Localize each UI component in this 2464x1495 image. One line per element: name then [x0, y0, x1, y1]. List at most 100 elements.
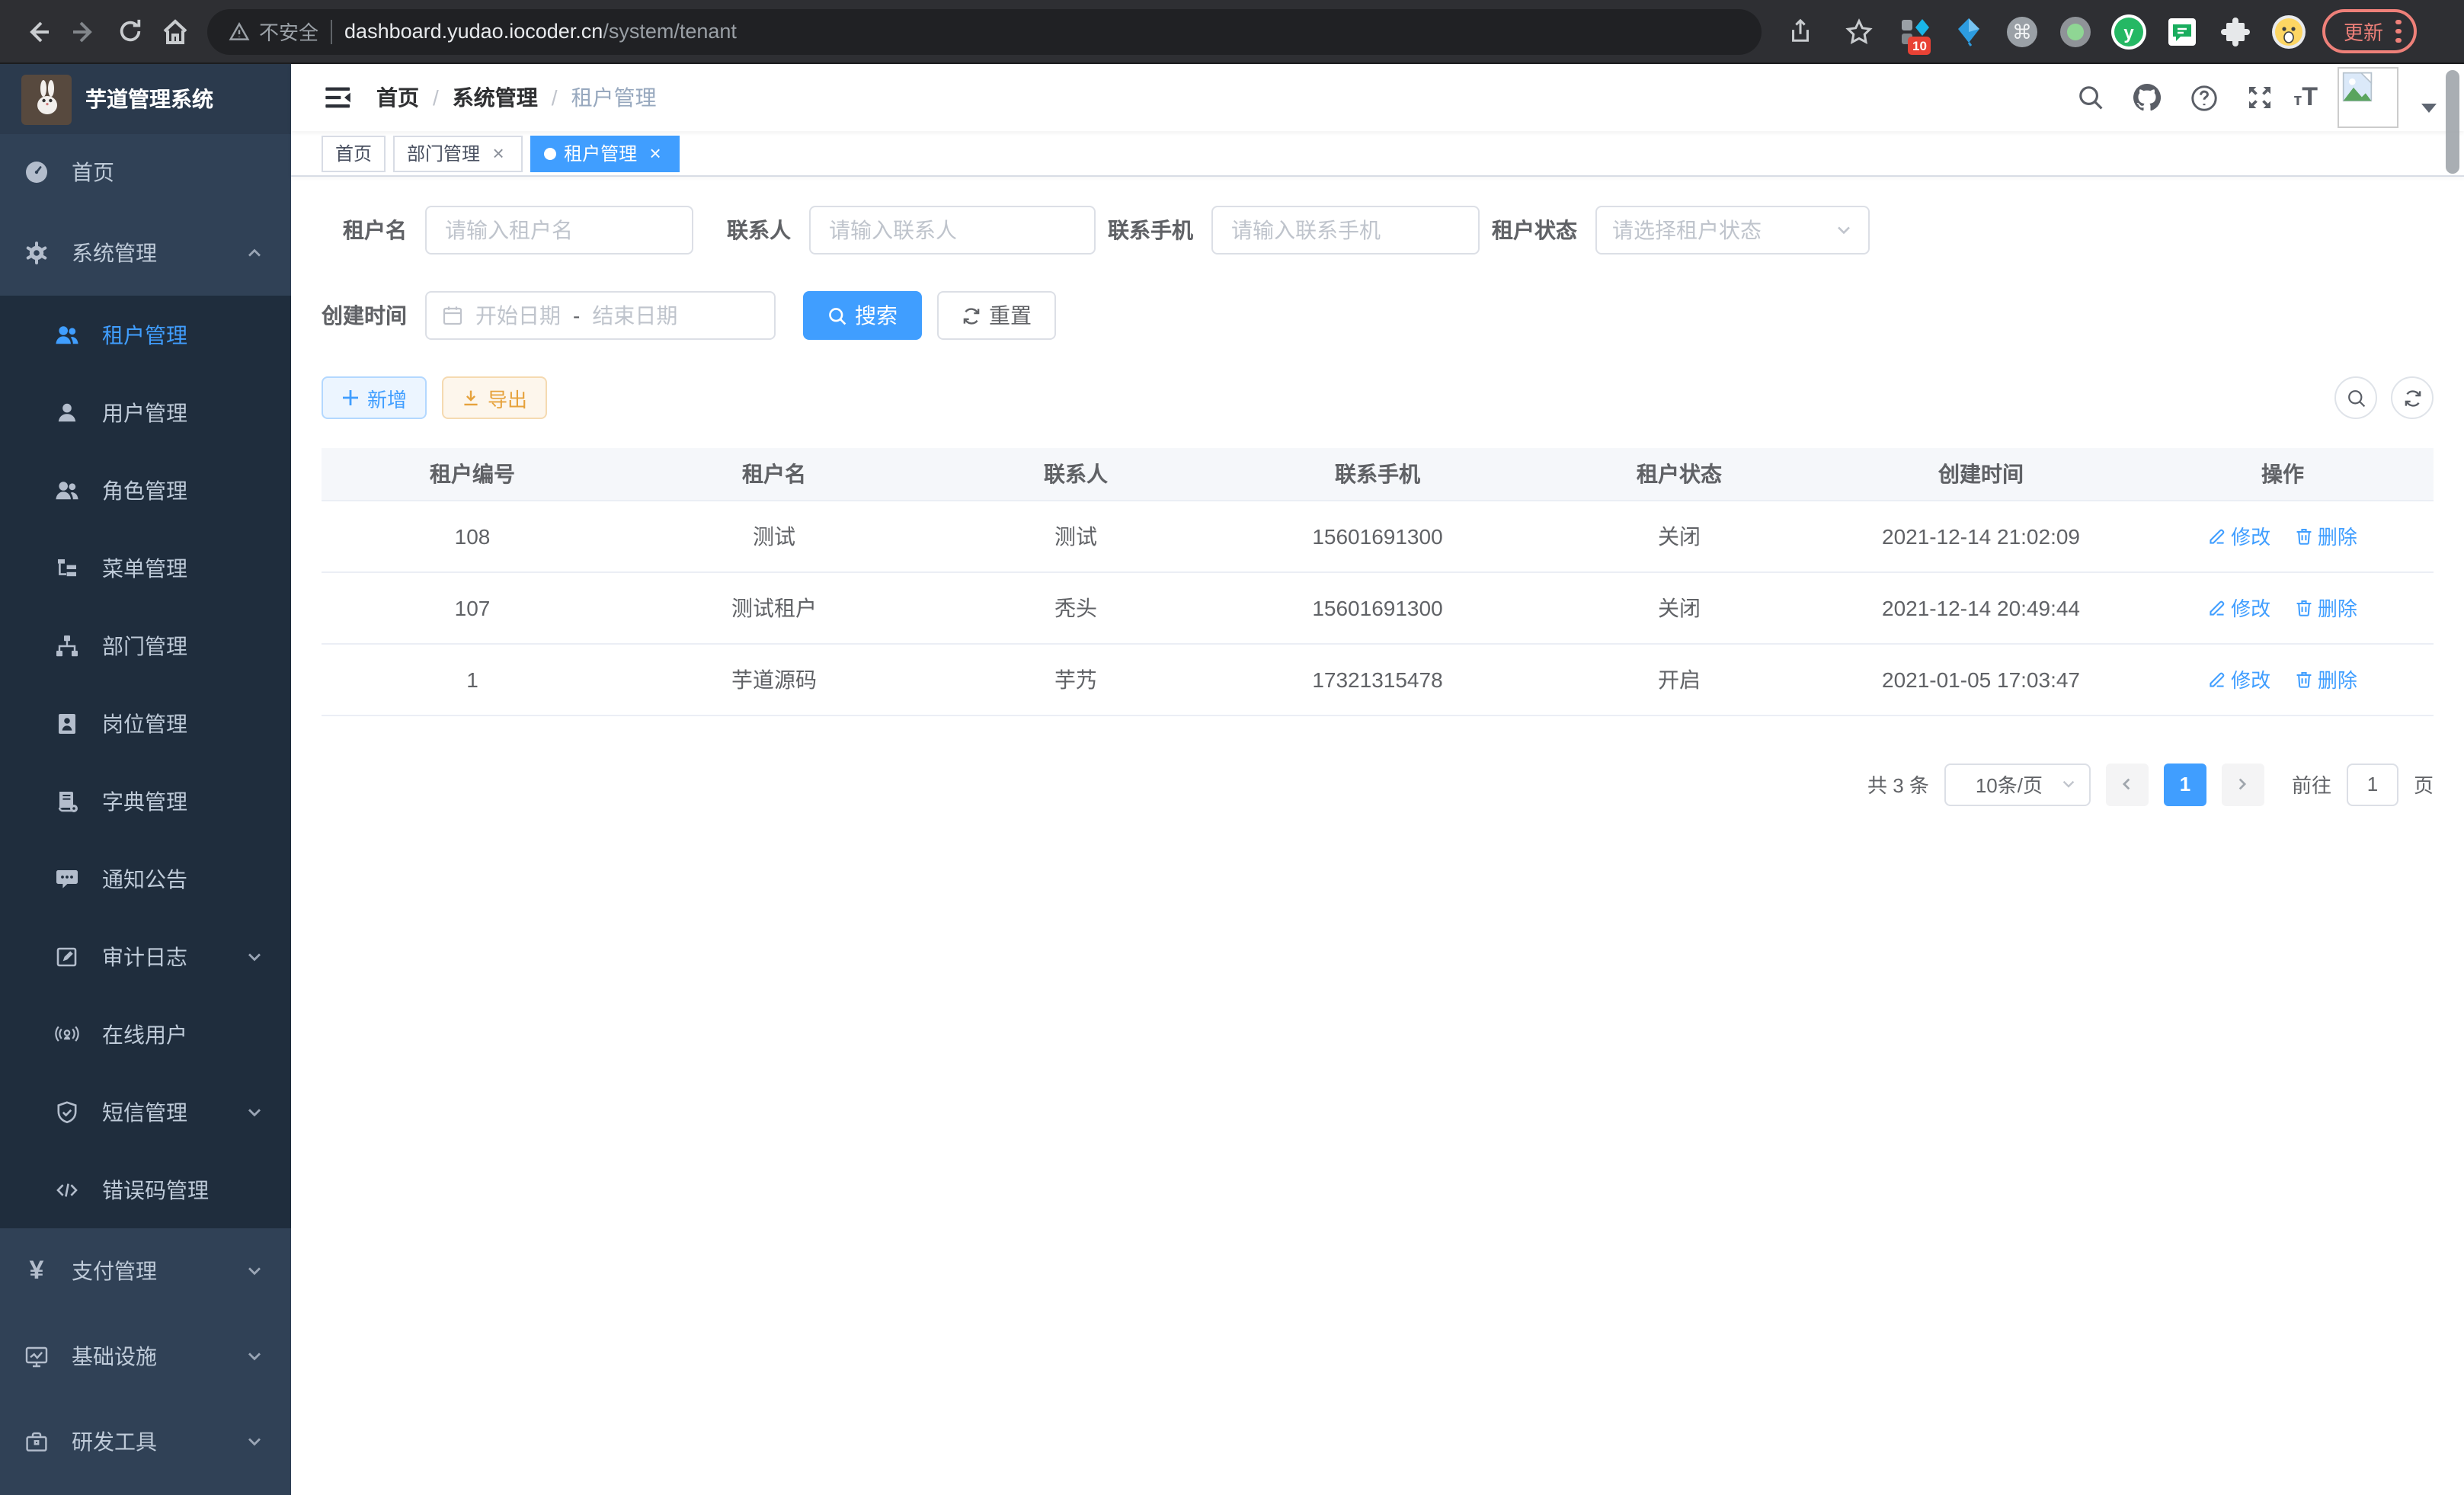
table-row: 107 测试租户 秃头 15601691300 关闭 2021-12-14 20…	[322, 571, 2434, 643]
goto-page-input[interactable]	[2347, 763, 2398, 805]
col-tenant-name: 租户名	[623, 448, 925, 500]
scrollbar-thumb[interactable]	[2446, 70, 2459, 174]
browser-back-icon[interactable]	[15, 8, 61, 54]
add-button[interactable]: 新增	[322, 376, 427, 419]
profile-avatar-icon[interactable]	[2269, 11, 2309, 51]
export-button[interactable]: 导出	[442, 376, 547, 419]
sidebar-item-home[interactable]: 首页	[0, 134, 291, 210]
chevron-down-icon	[245, 1262, 264, 1280]
online-signal-icon	[55, 1022, 79, 1046]
browser-home-icon[interactable]	[152, 8, 198, 54]
sidebar-item-notice[interactable]: 通知公告	[0, 840, 291, 917]
tenant-table: 租户编号 租户名 联系人 联系手机 租户状态 创建时间 操作 108 测试	[322, 448, 2434, 715]
bookmark-star-icon[interactable]	[1836, 8, 1882, 54]
trash-icon	[2295, 598, 2313, 616]
toggle-search-icon[interactable]	[2334, 376, 2377, 419]
edit-pencil-icon	[2208, 598, 2226, 616]
sidebar-item-post[interactable]: 岗位管理	[0, 684, 291, 762]
sidebar-item-infra[interactable]: 基础设施	[0, 1314, 291, 1399]
breadcrumb-home[interactable]: 首页	[376, 82, 419, 113]
user-avatar[interactable]	[2338, 67, 2398, 128]
start-date-placeholder: 开始日期	[475, 300, 561, 331]
svg-text:⌘: ⌘	[2012, 20, 2032, 43]
avatar-caret-icon[interactable]	[2421, 104, 2437, 113]
font-size-icon[interactable]: тT	[2293, 82, 2318, 113]
tenant-name-input[interactable]	[425, 206, 693, 255]
sidebar-item-system[interactable]: 系统管理	[0, 210, 291, 296]
page-size-select[interactable]: 10条/页	[1944, 763, 2091, 805]
mobile-input[interactable]	[1211, 206, 1480, 255]
fullscreen-icon[interactable]	[2237, 75, 2283, 120]
next-page-button[interactable]	[2222, 763, 2264, 805]
extension-chat-icon[interactable]	[2162, 11, 2202, 51]
prev-page-button[interactable]	[2106, 763, 2149, 805]
refresh-table-icon[interactable]	[2391, 376, 2434, 419]
dashboard-icon	[24, 160, 49, 184]
github-icon[interactable]	[2124, 75, 2170, 120]
id-badge-icon	[55, 711, 79, 735]
broken-image-icon	[2342, 72, 2373, 102]
delete-link[interactable]: 删除	[2295, 664, 2357, 693]
close-icon[interactable]: ×	[645, 142, 666, 164]
browser-menu-icon[interactable]	[2395, 20, 2401, 43]
chrome-update-button[interactable]: 更新	[2322, 9, 2416, 53]
extension-yuque-icon[interactable]: y	[2109, 11, 2149, 51]
code-icon	[55, 1177, 79, 1202]
edit-link[interactable]: 修改	[2208, 664, 2270, 693]
edit-pencil-icon	[2208, 670, 2226, 688]
close-icon[interactable]: ×	[488, 142, 509, 164]
reset-button[interactable]: 重置	[937, 291, 1056, 340]
sidebar-item-user[interactable]: 用户管理	[0, 373, 291, 451]
app-title: 芋道管理系统	[85, 84, 213, 114]
sidebar-item-dept[interactable]: 部门管理	[0, 607, 291, 684]
current-page-button[interactable]: 1	[2164, 763, 2206, 805]
address-bar[interactable]: 不安全 dashboard.yudao.iocoder.cn/system/te…	[207, 8, 1762, 54]
tab-tenant[interactable]: 租户管理 ×	[530, 135, 680, 171]
header-search-icon[interactable]	[2068, 75, 2114, 120]
svg-text:y: y	[2123, 22, 2134, 43]
gear-icon	[24, 241, 49, 265]
delete-link[interactable]: 删除	[2295, 593, 2357, 622]
org-tree-icon	[55, 633, 79, 658]
help-icon[interactable]	[2181, 75, 2226, 120]
tab-home[interactable]: 首页	[322, 135, 386, 171]
sidebar-item-tenant[interactable]: 租户管理	[0, 296, 291, 373]
sidebar-item-menu[interactable]: 菜单管理	[0, 529, 291, 607]
extension-dot-icon[interactable]	[2056, 11, 2095, 51]
active-tab-dot	[544, 147, 556, 159]
chevron-down-icon	[2060, 776, 2077, 792]
sidebar-item-sms[interactable]: 短信管理	[0, 1073, 291, 1151]
create-time-range-picker[interactable]: 开始日期 - 结束日期	[425, 291, 776, 340]
sidebar-item-error-code[interactable]: 错误码管理	[0, 1151, 291, 1228]
sidebar-item-audit-log[interactable]: 审计日志	[0, 917, 291, 995]
contact-input[interactable]	[809, 206, 1096, 255]
tab-dept[interactable]: 部门管理 ×	[393, 135, 523, 171]
browser-reload-icon[interactable]	[107, 8, 152, 54]
table-toolbar: 新增 导出	[322, 376, 2434, 419]
breadcrumb-system[interactable]: 系统管理	[453, 82, 538, 113]
toolbox-icon	[24, 1429, 49, 1454]
browser-forward-icon[interactable]	[61, 8, 107, 54]
delete-link[interactable]: 删除	[2295, 521, 2357, 550]
status-text: 关闭	[1528, 571, 1830, 643]
message-bubble-icon	[55, 866, 79, 891]
status-select[interactable]: 请选择租户状态	[1595, 206, 1870, 255]
share-icon[interactable]	[1777, 8, 1822, 54]
extension-tag-manager-icon[interactable]: 10	[1896, 11, 1935, 51]
sidebar-collapse-icon[interactable]	[312, 72, 364, 123]
dictionary-icon	[55, 789, 79, 813]
sidebar-item-dict[interactable]: 字典管理	[0, 762, 291, 840]
extension-command-icon[interactable]: ⌘	[2002, 11, 2042, 51]
edit-link[interactable]: 修改	[2208, 593, 2270, 622]
extension-kite-icon[interactable]	[1949, 11, 1989, 51]
sidebar-item-online-users[interactable]: 在线用户	[0, 995, 291, 1073]
sidebar-item-payment[interactable]: ¥ 支付管理	[0, 1228, 291, 1314]
edit-link[interactable]: 修改	[2208, 521, 2270, 550]
search-button[interactable]: 搜索	[803, 291, 922, 340]
sidebar-item-devtools[interactable]: 研发工具	[0, 1399, 291, 1484]
end-date-placeholder: 结束日期	[592, 300, 677, 331]
sidebar: 芋道管理系统 首页 系统管理 租户管	[0, 64, 291, 1495]
sidebar-item-role[interactable]: 角色管理	[0, 451, 291, 529]
plus-icon	[341, 389, 360, 407]
extensions-puzzle-icon[interactable]	[2216, 11, 2255, 51]
